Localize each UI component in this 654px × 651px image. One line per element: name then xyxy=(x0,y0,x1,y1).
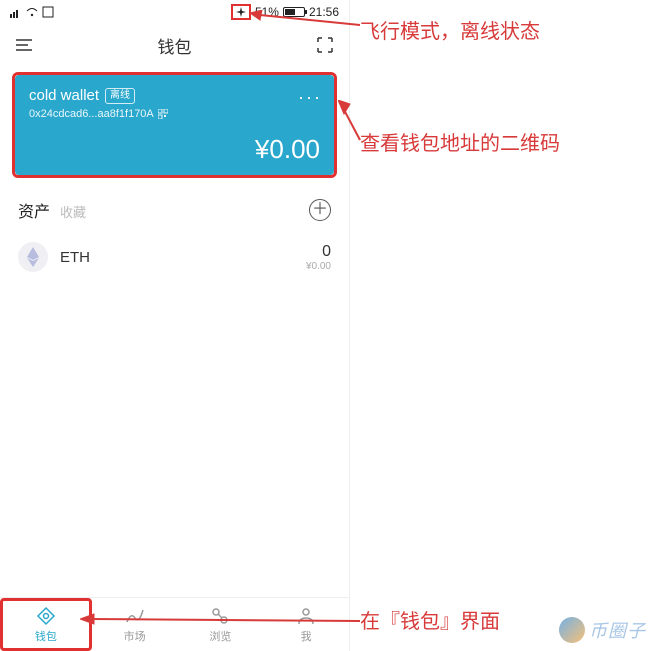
tab-browse-label: 浏览 xyxy=(209,628,231,644)
watermark: 币圈子 xyxy=(559,617,646,643)
watermark-text: 币圈子 xyxy=(589,617,646,643)
signal-icon xyxy=(10,6,22,18)
tab-me-label: 我 xyxy=(301,628,312,644)
assets-tabs: 资产 收藏 xyxy=(18,198,86,222)
wallet-card-highlight: cold wallet 离线 ··· 0x24cdcad6...aa8f1f17… xyxy=(12,72,337,178)
tab-assets[interactable]: 资产 xyxy=(18,198,50,222)
asset-fiat: ¥0.00 xyxy=(306,261,331,272)
arrow-airplane xyxy=(250,10,360,30)
asset-amount: 0 xyxy=(306,243,331,261)
add-asset-button[interactable]: ＋ xyxy=(309,199,331,221)
annotation-airplane: 飞行模式，离线状态 xyxy=(360,18,540,46)
tab-wallet-label: 钱包 xyxy=(35,628,57,644)
tab-wallet[interactable]: 钱包 xyxy=(0,598,92,651)
arrow-tab xyxy=(80,609,360,629)
wallet-more-icon[interactable]: ··· xyxy=(298,87,322,108)
tab-favorites[interactable]: 收藏 xyxy=(60,202,86,221)
arrow-qr xyxy=(338,100,362,150)
eth-icon xyxy=(18,242,48,272)
menu-icon[interactable] xyxy=(14,35,34,55)
tab-market-label: 市场 xyxy=(124,628,146,644)
app-icon xyxy=(42,6,54,18)
asset-values: 0 ¥0.00 xyxy=(306,243,331,272)
wallet-name-row: cold wallet 离线 xyxy=(29,87,320,104)
asset-symbol: ETH xyxy=(60,249,306,266)
annotation-tab: 在『钱包』界面 xyxy=(360,608,500,636)
phone-frame: 51% 21:56 钱包 cold wallet 离线 ··· 0x24cd xyxy=(0,0,350,651)
status-left xyxy=(10,6,54,18)
wallet-tab-icon xyxy=(36,606,56,626)
qr-icon[interactable] xyxy=(158,109,168,119)
airplane-icon xyxy=(235,6,247,18)
annotation-qr: 查看钱包地址的二维码 xyxy=(360,130,560,158)
wallet-balance: ¥0.00 xyxy=(29,134,320,165)
wallet-address-row[interactable]: 0x24cdcad6...aa8f1f170A xyxy=(29,108,320,120)
watermark-logo-icon xyxy=(559,617,585,643)
app-header: 钱包 xyxy=(0,24,349,66)
airplane-mode-highlight xyxy=(231,4,251,20)
wallet-name: cold wallet xyxy=(29,87,99,104)
assets-header: 资产 收藏 ＋ xyxy=(0,184,349,230)
asset-row-eth[interactable]: ETH 0 ¥0.00 xyxy=(0,230,349,284)
wifi-icon xyxy=(26,6,38,18)
wallet-address: 0x24cdcad6...aa8f1f170A xyxy=(29,108,154,120)
header-title: 钱包 xyxy=(158,33,192,58)
offline-badge: 离线 xyxy=(105,88,135,104)
scan-icon[interactable] xyxy=(315,35,335,55)
wallet-card[interactable]: cold wallet 离线 ··· 0x24cdcad6...aa8f1f17… xyxy=(15,75,334,175)
